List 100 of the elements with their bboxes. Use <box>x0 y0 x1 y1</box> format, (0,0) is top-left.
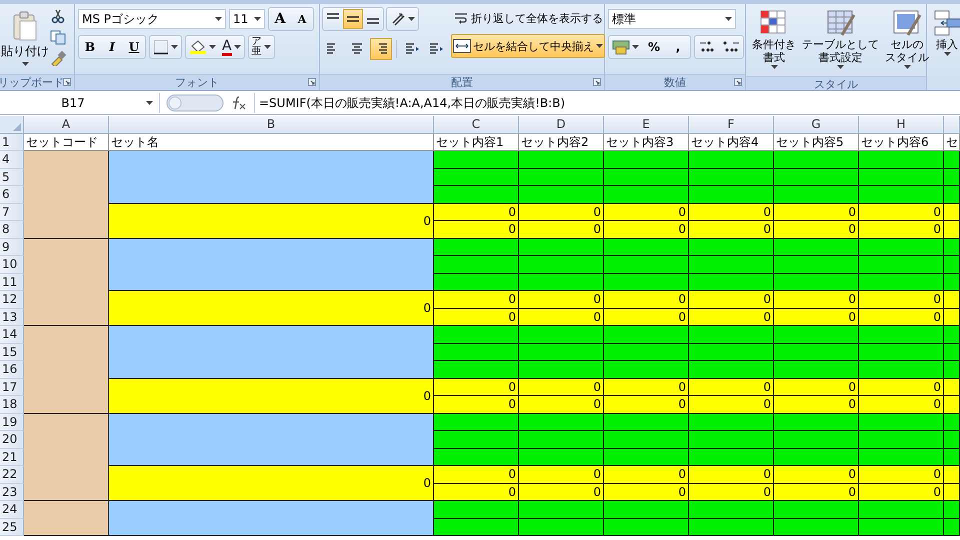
row-header[interactable]: 23 <box>0 484 24 501</box>
percent-button[interactable]: % <box>642 37 666 57</box>
table-cell: セ <box>944 134 960 151</box>
number-format-field[interactable]: 標準 <box>608 9 736 29</box>
table-cell: 0 <box>689 291 774 308</box>
table-cell <box>944 151 960 168</box>
dialog-launcher-icon[interactable] <box>593 78 601 86</box>
font-name-field[interactable]: MS Pゴシック <box>78 9 226 29</box>
font-size-field[interactable]: 11 <box>229 9 265 29</box>
table-cell: 0 <box>604 291 689 308</box>
caret-icon <box>725 17 732 21</box>
row-header[interactable]: 6 <box>0 186 24 204</box>
scissors-icon[interactable] <box>50 8 66 24</box>
row-header[interactable]: 8 <box>0 221 24 238</box>
table-cell <box>944 414 960 431</box>
style-button[interactable]: テーブルとして 書式設定 <box>799 6 882 74</box>
paste-button[interactable]: 貼り付け <box>3 6 47 72</box>
table-cell: 0 <box>109 466 434 501</box>
caret-icon <box>770 65 778 69</box>
horizontal-align-button[interactable] <box>370 38 392 60</box>
caret-icon <box>254 17 261 21</box>
shrink-font-button[interactable]: A <box>291 9 313 29</box>
insert-button[interactable]: 挿入 <box>930 6 960 74</box>
table-cell: 0 <box>519 396 604 414</box>
table-cell: 0 <box>604 308 689 326</box>
row-header[interactable]: 9 <box>0 238 24 256</box>
column-header[interactable]: E <box>604 116 689 134</box>
row-header[interactable]: 7 <box>0 204 24 221</box>
caret-icon <box>209 45 216 49</box>
row-header[interactable]: 22 <box>0 466 24 484</box>
table-cell: 0 <box>519 221 604 238</box>
column-header[interactable]: G <box>774 116 859 134</box>
row-header[interactable]: 12 <box>0 291 24 308</box>
dialog-launcher-icon[interactable] <box>63 78 71 86</box>
brush-icon[interactable] <box>50 50 66 66</box>
style-button[interactable]: セルの スタイル <box>882 6 932 74</box>
column-header[interactable]: C <box>434 116 519 134</box>
splitter-handle-icon[interactable] <box>166 94 224 112</box>
group-label: 配置 <box>451 75 473 90</box>
grow-font-button[interactable]: A <box>269 9 291 29</box>
table-cell: 0 <box>434 396 519 414</box>
formula-field[interactable]: =SUMIF(本日の販売実績!A:A,A14,本日の販売実績!B:B) <box>254 93 960 113</box>
column-header[interactable]: D <box>519 116 604 134</box>
row-header[interactable]: 24 <box>0 501 24 518</box>
row-header[interactable]: 15 <box>0 344 24 361</box>
row-header[interactable]: 11 <box>0 274 24 291</box>
merge-center-button[interactable]: セルを結合して中央揃え <box>451 34 605 58</box>
comma-button[interactable]: , <box>666 37 690 57</box>
table-cell <box>944 291 960 308</box>
row-header[interactable]: 1 <box>0 134 24 151</box>
row-header[interactable]: 16 <box>0 361 24 378</box>
row-header[interactable]: 10 <box>0 256 24 274</box>
dialog-launcher-icon[interactable] <box>308 78 316 86</box>
row-header[interactable]: 21 <box>0 448 24 466</box>
name-box[interactable]: B17 <box>0 93 160 113</box>
row-header[interactable]: 13 <box>0 308 24 326</box>
copy-icon[interactable] <box>50 29 66 45</box>
wrap-text-button[interactable]: 折り返して全体を表示する <box>451 6 605 30</box>
vertical-align-button[interactable] <box>343 9 363 29</box>
font-color-button[interactable]: A <box>219 37 244 57</box>
table-cell <box>944 344 960 361</box>
row-header[interactable]: 14 <box>0 326 24 344</box>
column-header[interactable]: H <box>859 116 944 134</box>
border-icon <box>153 39 169 55</box>
bold-button[interactable]: B <box>79 37 101 57</box>
caret-icon <box>146 101 153 105</box>
merge-icon <box>453 39 471 53</box>
table-cell: 0 <box>859 484 944 501</box>
column-header[interactable]: A <box>24 116 109 134</box>
table-cell <box>944 501 960 518</box>
function-icon[interactable] <box>230 95 248 111</box>
column-header[interactable]: B <box>109 116 434 134</box>
dialog-launcher-icon[interactable] <box>734 78 742 86</box>
row-header[interactable]: 20 <box>0 431 24 448</box>
table-brush-icon <box>826 9 856 37</box>
underline-button[interactable]: U <box>123 37 145 57</box>
row-header[interactable]: 4 <box>0 151 24 168</box>
caret-icon <box>596 44 603 48</box>
row-header[interactable]: 25 <box>0 518 24 536</box>
table-cell: 0 <box>859 204 944 221</box>
column-header[interactable]: F <box>689 116 774 134</box>
italic-button[interactable]: I <box>101 37 123 57</box>
table-cell: 0 <box>774 378 859 396</box>
table-cell: 0 <box>859 291 944 308</box>
row-header[interactable]: 5 <box>0 168 24 186</box>
table-cell: 0 <box>434 308 519 326</box>
row-header[interactable]: 19 <box>0 414 24 431</box>
table-cell: 0 <box>689 396 774 414</box>
table-cell: 0 <box>604 466 689 484</box>
style-button[interactable]: 条件付き 書式 <box>749 6 799 74</box>
table-cell: セット内容6 <box>859 134 944 151</box>
phonetic-button[interactable]: ア 亜 <box>248 37 274 57</box>
row-header[interactable]: 18 <box>0 396 24 414</box>
table-cell: 0 <box>859 466 944 484</box>
table-cell: セット内容2 <box>519 134 604 151</box>
table-cell: 0 <box>604 396 689 414</box>
row-header[interactable]: 17 <box>0 378 24 396</box>
caret-icon <box>234 45 241 49</box>
group-label: 数値 <box>664 75 686 90</box>
group-label: スタイル <box>814 77 858 90</box>
